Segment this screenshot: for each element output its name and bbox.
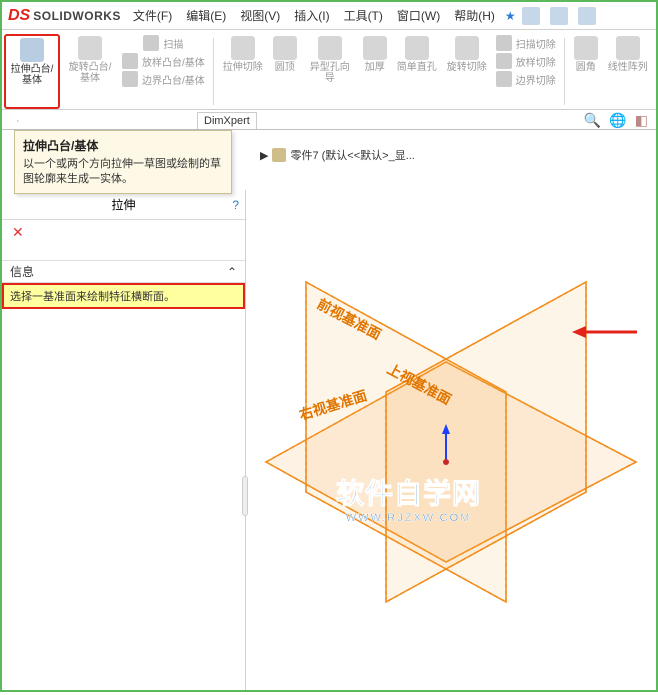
thicken-button[interactable]: 加厚 [360,34,390,109]
watermark-en: WWW.RJZXW.COM [336,512,481,524]
quick-access-icons [522,7,596,25]
loft-cut-icon [496,53,512,69]
property-manager: 拉伸 ? ✕ 信息 ⌃ 选择一基准面来绘制特征横断面。 [2,190,246,690]
close-icon[interactable]: ✕ [12,224,24,241]
dome-icon [273,36,297,60]
display-icon[interactable]: 🌐 [609,112,626,129]
menu-items: 文件(F) 编辑(E) 视图(V) 插入(I) 工具(T) 窗口(W) 帮助(H… [133,7,495,24]
menu-help[interactable]: 帮助(H) [454,7,495,24]
boundary-cut-icon [496,71,512,87]
loft-cut-button[interactable]: 放样切除 [496,52,556,70]
boundary-button[interactable]: 边界凸台/基体 [122,70,205,88]
pm-title: 拉伸 [111,196,135,213]
boss-group-list: 扫描 放样凸台/基体 边界凸台/基体 [120,34,207,109]
breadcrumb-part-name: 零件7 (默认<<默认>_显... [290,147,414,163]
breadcrumb-arrow-icon: ▶ [260,149,268,162]
simple-hole-icon [405,36,429,60]
tab-dim[interactable]: · [6,113,30,129]
tooltip-body: 以一个或两个方向拉伸一草图或绘制的草图轮廓来生成一实体。 [23,157,223,187]
tooltip-title: 拉伸凸台/基体 [23,137,223,154]
chevron-up-icon: ⌃ [227,265,237,279]
pm-section-label: 信息 [10,263,34,280]
menu-edit[interactable]: 编辑(E) [186,7,226,24]
qat-icon-2[interactable] [550,7,568,25]
command-tabs: · DimXpert [2,110,656,130]
qat-icon-1[interactable] [522,7,540,25]
fillet-button[interactable]: 圆角 [571,34,601,109]
annotation-arrow-icon [572,322,642,342]
extrude-tooltip: 拉伸凸台/基体 以一个或两个方向拉伸一草图或绘制的草图轮廓来生成一实体。 [14,130,232,194]
extrude-boss-button[interactable]: 拉伸凸台/基体 [4,34,60,109]
revolve-boss-icon [78,36,102,60]
sweep-button[interactable]: 扫描 [143,34,183,52]
pm-section-header[interactable]: 信息 ⌃ [2,260,245,283]
hole-wizard-icon [318,36,342,60]
simple-hole-button[interactable]: 简单直孔 [394,34,440,109]
sweep-cut-icon [496,35,512,51]
menu-file[interactable]: 文件(F) [133,7,172,24]
cut-group-list: 扫描切除 放样切除 边界切除 [494,34,558,109]
view-icons: 🔍 🌐 ◧ [584,112,648,129]
revolve-boss-label: 旋转凸台/基体 [67,62,113,84]
sweep-cut-button[interactable]: 扫描切除 [496,34,556,52]
menu-bar: DS SOLIDWORKS 文件(F) 编辑(E) 视图(V) 插入(I) 工具… [2,2,656,30]
pm-message: 选择一基准面来绘制特征横断面。 [2,283,245,309]
linear-pattern-button[interactable]: 线性阵列 [605,34,651,109]
menu-insert[interactable]: 插入(I) [294,7,329,24]
linear-pattern-icon [616,36,640,60]
ribbon-separator-2 [564,38,565,105]
ribbon-toolbar: 拉伸凸台/基体 旋转凸台/基体 扫描 放样凸台/基体 边界凸台/基体 拉伸切除 … [2,30,656,110]
ribbon-separator [213,38,214,105]
boundary-cut-button[interactable]: 边界切除 [496,70,556,88]
extrude-cut-icon [231,36,255,60]
graphics-area[interactable]: 前视基准面 上视基准面 右视基准面 [246,162,656,690]
thicken-icon [363,36,387,60]
extrude-boss-label: 拉伸凸台/基体 [9,64,55,86]
menu-window[interactable]: 窗口(W) [397,7,440,24]
loft-button[interactable]: 放样凸台/基体 [122,52,205,70]
extrude-boss-icon [20,38,44,62]
help-icon[interactable]: ? [232,198,239,212]
tab-dimxpert[interactable]: DimXpert [197,112,257,129]
dome-button[interactable]: 圆顶 [270,34,300,109]
app-logo: DS SOLIDWORKS [8,7,121,25]
fillet-icon [574,36,598,60]
pm-header: 拉伸 ? [2,190,245,220]
search-icon[interactable]: 🔍 [584,112,601,129]
extrude-cut-button[interactable]: 拉伸切除 [220,34,266,109]
revolve-boss-button[interactable]: 旋转凸台/基体 [64,34,116,109]
watermark-cn: 软件自学网 [336,472,481,512]
pm-section: 信息 ⌃ 选择一基准面来绘制特征横断面。 [2,260,245,309]
menu-view[interactable]: 视图(V) [240,7,280,24]
hole-wizard-button[interactable]: 异型孔向导 [304,34,356,109]
splitter-handle[interactable] [242,476,248,516]
solidworks-logo-icon: DS [8,7,30,25]
app-title: SOLIDWORKS [33,9,121,23]
menu-star-icon[interactable]: ★ [505,9,516,23]
loft-icon [122,53,138,69]
revolve-cut-icon [455,36,479,60]
qat-icon-3[interactable] [578,7,596,25]
part-icon [272,148,286,162]
boundary-icon [122,71,138,87]
scene-icon[interactable]: ◧ [635,112,648,129]
breadcrumb[interactable]: ▶ 零件7 (默认<<默认>_显... [260,147,415,163]
menu-tools[interactable]: 工具(T) [344,7,383,24]
revolve-cut-button[interactable]: 旋转切除 [444,34,490,109]
watermark: 软件自学网 WWW.RJZXW.COM [336,472,481,524]
sweep-icon [143,35,159,51]
